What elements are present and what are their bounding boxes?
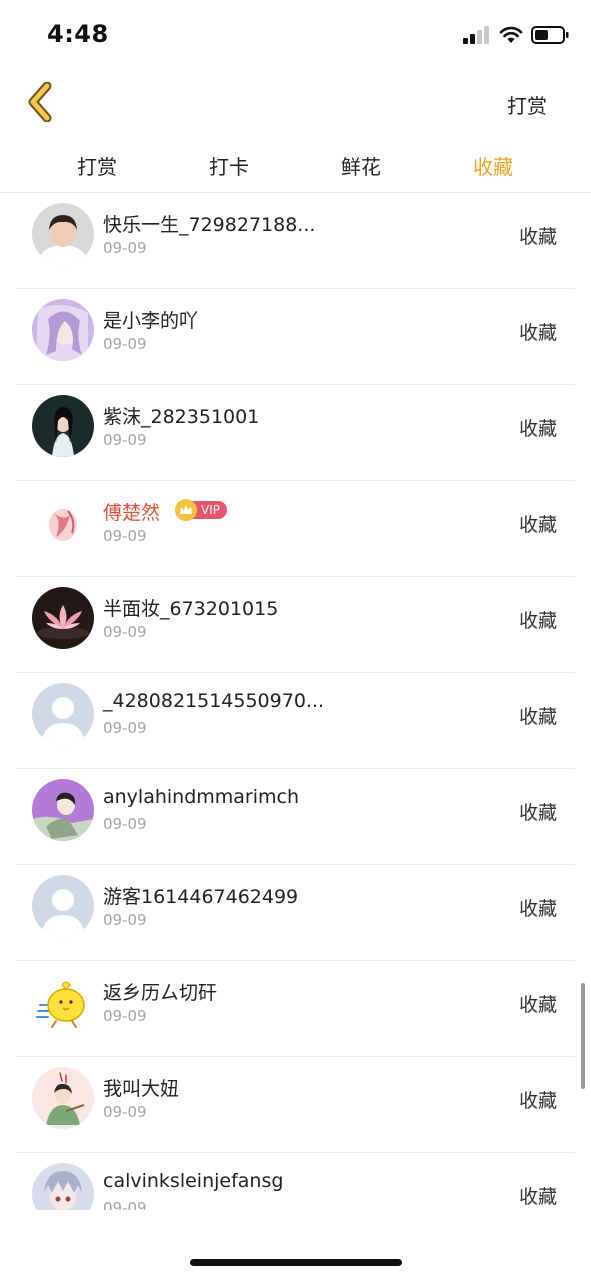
user-name: 快乐一生_729827188...: [103, 214, 316, 236]
home-indicator[interactable]: [190, 1259, 402, 1266]
item-action: 收藏: [518, 418, 557, 440]
user-name: 返乡历ㄙ切矸: [103, 982, 218, 1004]
item-date: 09-09: [103, 239, 147, 257]
user-name: 紫沫_282351001: [103, 406, 260, 428]
list-item[interactable]: 紫沫_282351001 09-09 收藏: [0, 385, 591, 481]
header: 打赏: [0, 70, 591, 140]
list-item[interactable]: 我叫大妞 09-09 收藏: [0, 1057, 591, 1153]
user-name: 我叫大妞: [103, 1078, 180, 1100]
avatar: [32, 875, 94, 937]
status-time: 4:48: [47, 20, 109, 48]
tab-flowers[interactable]: 鲜花: [341, 151, 381, 180]
list-item[interactable]: 返乡历ㄙ切矸 09-09 收藏: [0, 961, 591, 1057]
item-action: 收藏: [518, 514, 557, 536]
item-date: 09-09: [103, 719, 147, 737]
item-action: 收藏: [518, 322, 557, 344]
list-item[interactable]: 是小李的吖 09-09 收藏: [0, 289, 591, 385]
item-date: 09-09: [103, 431, 147, 449]
avatar: [32, 587, 94, 649]
avatar: [32, 491, 94, 553]
avatar: [32, 1163, 94, 1210]
tab-bar: 打赏 打卡 鲜花 收藏: [0, 140, 591, 193]
item-action: 收藏: [518, 1090, 557, 1112]
crown-icon: [175, 499, 197, 521]
item-date: 09-09: [103, 1103, 147, 1121]
tab-checkin[interactable]: 打卡: [209, 151, 249, 180]
favorites-list: 快乐一生_729827188... 09-09 收藏 是小李的吖 09-09 收…: [0, 193, 591, 1210]
back-button[interactable]: [18, 81, 62, 126]
avatar: [32, 395, 94, 457]
tab-favorites[interactable]: 收藏: [473, 151, 513, 180]
item-date: 09-09: [103, 527, 147, 545]
user-name: 游客1614467462499: [103, 886, 299, 908]
item-action: 收藏: [518, 802, 557, 824]
status-bar: 4:48: [0, 0, 591, 70]
tab-reward[interactable]: 打赏: [77, 151, 117, 180]
item-action: 收藏: [518, 706, 557, 728]
list-item[interactable]: calvinksleinjefansg 09-09 收藏: [0, 1153, 591, 1210]
user-name: _4280821514550970...: [103, 690, 325, 712]
cellular-signal-icon: [463, 26, 491, 48]
avatar: [32, 971, 94, 1033]
item-action: 收藏: [518, 994, 557, 1016]
user-name: 半面妆_673201015: [103, 598, 279, 620]
item-date: 09-09: [103, 623, 147, 641]
item-date: 09-09: [103, 335, 147, 353]
list-item[interactable]: anylahindmmarimch 09-09 收藏: [0, 769, 591, 865]
avatar: [32, 683, 94, 745]
list-item[interactable]: 傅楚然 VIP 09-09 收藏: [0, 481, 591, 577]
avatar: [32, 779, 94, 841]
user-name: anylahindmmarimch: [103, 786, 300, 808]
item-date: 09-09: [103, 815, 147, 833]
item-action: 收藏: [518, 610, 557, 632]
item-action: 收藏: [518, 898, 557, 920]
wifi-icon: [499, 26, 523, 48]
chevron-left-icon: [25, 81, 55, 126]
list-item[interactable]: 半面妆_673201015 09-09 收藏: [0, 577, 591, 673]
reward-button[interactable]: 打赏: [507, 90, 547, 119]
status-icons: [463, 26, 569, 48]
scrollbar[interactable]: [581, 983, 585, 1089]
item-action: 收藏: [518, 1186, 557, 1208]
item-action: 收藏: [518, 226, 557, 248]
user-name: calvinksleinjefansg: [103, 1170, 284, 1192]
avatar: [32, 203, 94, 265]
list-item[interactable]: 游客1614467462499 09-09 收藏: [0, 865, 591, 961]
avatar: [32, 1067, 94, 1129]
item-date: 09-09: [103, 1199, 147, 1210]
list-item[interactable]: _4280821514550970... 09-09 收藏: [0, 673, 591, 769]
vip-badge: VIP: [175, 499, 227, 521]
user-name: 傅楚然: [103, 502, 161, 524]
user-name: 是小李的吖: [103, 310, 199, 332]
battery-icon: [531, 25, 569, 49]
item-date: 09-09: [103, 1007, 147, 1025]
item-date: 09-09: [103, 911, 147, 929]
avatar: [32, 299, 94, 361]
list-item[interactable]: 快乐一生_729827188... 09-09 收藏: [0, 193, 591, 289]
